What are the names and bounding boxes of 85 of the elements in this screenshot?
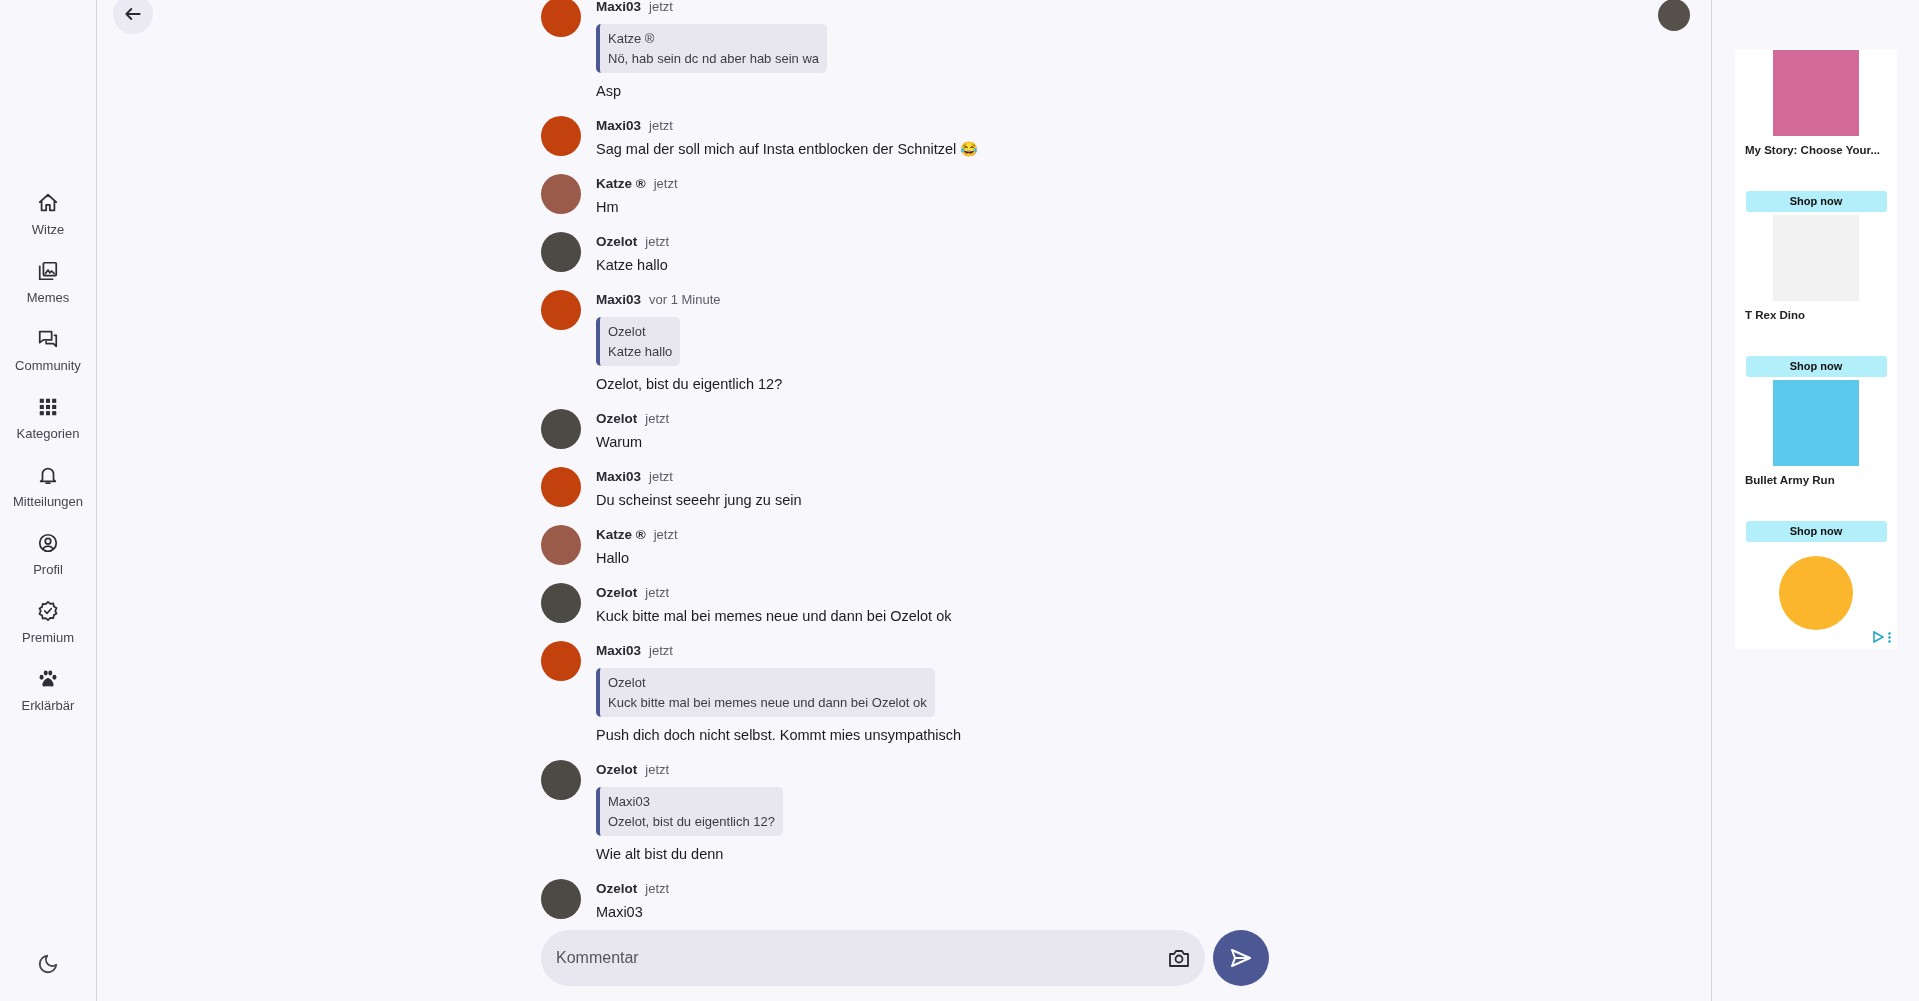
- message-text: Sag mal der soll mich auf Insta entblocken der Schnitzel 😂: [596, 140, 979, 159]
- quoted-author: Katze ®: [608, 30, 656, 48]
- message-text: Ozelot, bist du eigentlich 12?: [596, 375, 783, 394]
- back-button[interactable]: [113, 0, 153, 34]
- quoted-text: Kuck bitte mal bei memes neue und dann bei Ozelot ok: [608, 693, 927, 712]
- avatar[interactable]: [541, 583, 581, 623]
- timestamp: jetzt: [645, 233, 670, 252]
- nav-item[interactable]: Profil: [33, 532, 63, 584]
- user-avatar[interactable]: [1658, 0, 1690, 31]
- quoted-text: Ozelot, bist du eigentlich 12?: [608, 812, 775, 831]
- ad-title[interactable]: Bullet Army Run: [1745, 472, 1835, 521]
- avatar[interactable]: [541, 409, 581, 449]
- message-text: Wie alt bist du denn: [596, 845, 725, 864]
- quoted-text: Katze hallo: [608, 342, 673, 361]
- ad-title[interactable]: My Story: Choose Your...: [1745, 142, 1881, 191]
- shop-now-button[interactable]: Shop now: [1745, 521, 1887, 542]
- home-icon: [37, 192, 59, 214]
- check-badge-icon: [37, 600, 59, 622]
- author-name[interactable]: Ozelot: [596, 759, 638, 781]
- timestamp: jetzt: [649, 642, 673, 661]
- more-icon[interactable]: [1888, 631, 1891, 643]
- avatar[interactable]: [541, 525, 581, 565]
- avatar[interactable]: [541, 290, 581, 330]
- nav-item[interactable]: Mitteilungen: [12, 464, 84, 516]
- message-text: Du scheinst seeehr jung zu sein: [596, 491, 802, 510]
- message-text: Asp: [596, 82, 622, 101]
- author-name[interactable]: Ozelot: [596, 408, 638, 430]
- avatar[interactable]: [541, 467, 581, 507]
- author-name[interactable]: Maxi03: [596, 289, 642, 311]
- ad-title[interactable]: T Rex Dino: [1745, 307, 1806, 356]
- quoted-author: Maxi03: [608, 793, 651, 811]
- avatar[interactable]: [541, 760, 581, 800]
- timestamp: jetzt: [645, 880, 670, 899]
- chat-bubbles-icon: [37, 328, 59, 350]
- grid-icon: [37, 396, 59, 418]
- message-text: Warum: [596, 433, 644, 452]
- timestamp: jetzt: [645, 584, 670, 603]
- message-text: Hm: [596, 198, 620, 217]
- timestamp: vor 1 Minute: [649, 291, 721, 310]
- nav-item[interactable]: Memes: [26, 260, 70, 312]
- timestamp: jetzt: [645, 410, 670, 429]
- author-name[interactable]: Ozelot: [596, 582, 638, 604]
- play-icon[interactable]: [1873, 631, 1884, 643]
- author-name[interactable]: Katze ®: [596, 173, 646, 195]
- timestamp: jetzt: [645, 761, 670, 780]
- avatar[interactable]: [541, 116, 581, 156]
- nav-item[interactable]: Premium: [22, 600, 74, 652]
- quoted-author: Ozelot: [608, 323, 647, 341]
- send-icon: [1229, 946, 1253, 970]
- message-text: Push dich doch nicht selbst. Kommt mies unsympathisch: [596, 726, 962, 745]
- author-name[interactable]: Ozelot: [596, 878, 638, 900]
- comment-field[interactable]: Kommentar: [541, 930, 1205, 986]
- avatar[interactable]: [541, 232, 581, 272]
- nav-item[interactable]: Kategorien: [16, 396, 80, 448]
- send-button[interactable]: [1213, 930, 1269, 986]
- quoted-text: Nö, hab sein dc nd aber hab sein wa: [608, 49, 820, 68]
- timestamp: jetzt: [649, 0, 673, 17]
- message-text: Hallo: [596, 549, 631, 568]
- images-icon: [37, 260, 59, 282]
- timestamp: jetzt: [653, 526, 678, 545]
- message-text: Kuck bitte mal bei memes neue und dann bei Ozelot ok: [596, 607, 952, 626]
- paw-icon: [37, 668, 59, 690]
- timestamp: jetzt: [653, 175, 678, 194]
- timestamp: jetzt: [649, 117, 673, 136]
- quoted-author: Ozelot: [608, 674, 647, 692]
- author-name[interactable]: Maxi03: [596, 466, 642, 488]
- avatar[interactable]: [541, 0, 581, 37]
- message-text: Katze hallo: [596, 256, 669, 275]
- moon-icon: [37, 953, 59, 975]
- avatar[interactable]: [541, 879, 581, 919]
- avatar[interactable]: [541, 641, 581, 681]
- shop-now-button[interactable]: Shop now: [1745, 191, 1887, 212]
- nav-item[interactable]: Witze: [31, 192, 65, 244]
- nav-item[interactable]: Erklärbär: [21, 668, 75, 720]
- nav-item[interactable]: Community: [15, 328, 81, 380]
- author-name[interactable]: Katze ®: [596, 524, 646, 546]
- author-name[interactable]: Maxi03: [596, 640, 642, 662]
- author-name[interactable]: Maxi03: [596, 0, 642, 18]
- author-name[interactable]: Maxi03: [596, 115, 642, 137]
- shop-now-button[interactable]: Shop now: [1745, 356, 1887, 377]
- avatar[interactable]: [541, 174, 581, 214]
- author-name[interactable]: Ozelot: [596, 231, 638, 253]
- profile-icon: [37, 532, 59, 554]
- timestamp: jetzt: [649, 468, 673, 487]
- message-text: Maxi03: [596, 903, 644, 922]
